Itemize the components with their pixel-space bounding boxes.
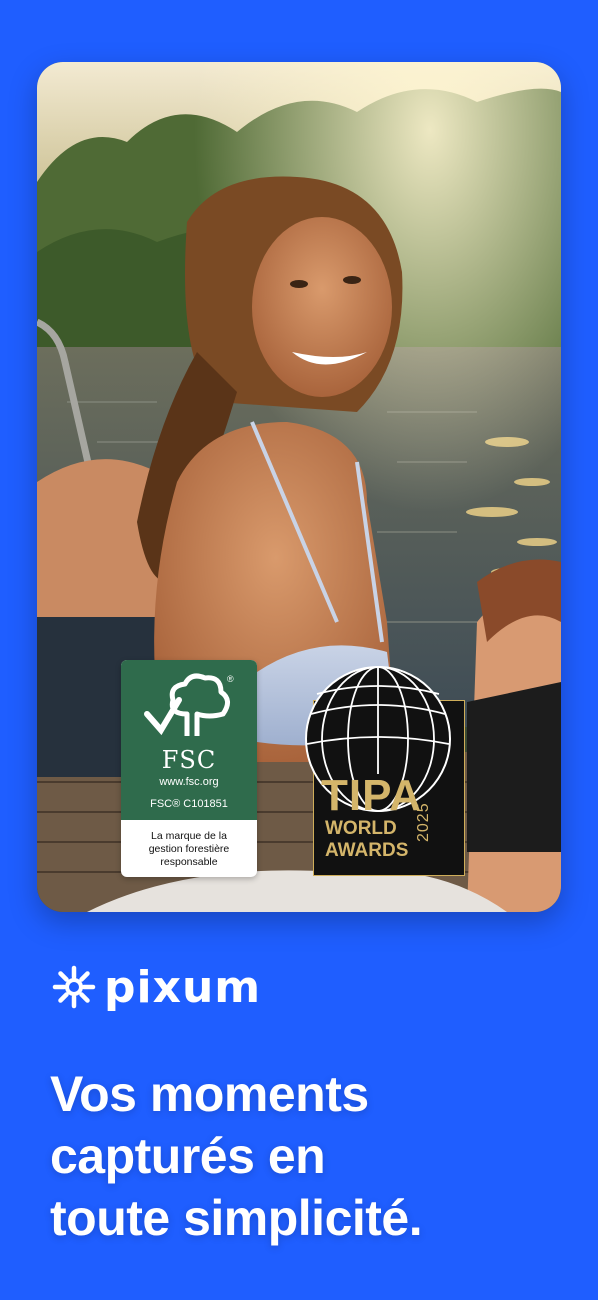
fsc-description-line: responsable [160, 856, 218, 868]
fsc-description-line: La marque de la [151, 830, 227, 842]
fsc-url: www.fsc.org [159, 776, 219, 788]
fsc-badge-header: ® FSC www.fsc.org FSC® C101851 [121, 660, 257, 820]
fsc-name: FSC [161, 746, 217, 774]
headline: Vos moments capturés en toute simplicité… [50, 1063, 570, 1249]
tipa-line-awards: AWARDS [325, 840, 409, 861]
tipa-award-badge: TIPA WORLD AWARDS 2025 [303, 664, 467, 876]
fsc-tree-check-icon: ® [144, 673, 234, 736]
svg-text:®: ® [227, 674, 234, 684]
headline-line: capturés en [50, 1128, 326, 1184]
hero-photo [37, 62, 561, 912]
headline-line: Vos moments [50, 1066, 369, 1122]
tipa-line-world: WORLD [325, 818, 397, 839]
brand-logo: pixum [52, 961, 262, 1013]
tipa-year: 2025 [415, 802, 432, 842]
fsc-description: La marque de la gestion forestière respo… [125, 830, 253, 869]
tipa-subtitle: WORLD AWARDS [325, 818, 408, 862]
hero-photo-card: ® FSC www.fsc.org FSC® C101851 La marque… [37, 62, 561, 912]
fsc-license-code: FSC® C101851 [150, 798, 228, 810]
fsc-certification-badge: ® FSC www.fsc.org FSC® C101851 La marque… [121, 660, 257, 877]
sun-icon [52, 965, 96, 1009]
brand-name: pixum [104, 961, 262, 1013]
fsc-description-line: gestion forestière [148, 843, 230, 855]
headline-line: toute simplicité. [50, 1190, 423, 1246]
